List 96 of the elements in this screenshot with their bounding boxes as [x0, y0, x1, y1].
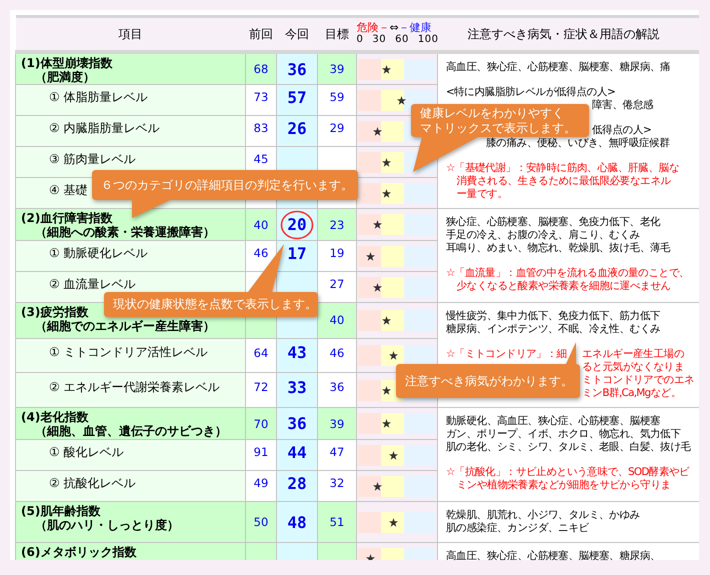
category-title: (5)肌年齢指数 — [21, 504, 100, 518]
category-subtitle: （細胞への酸素・栄養運搬障害） — [34, 225, 215, 239]
scale-label: 0 — [356, 34, 364, 46]
target-score: 19 — [330, 246, 344, 260]
target-score: 39 — [330, 416, 344, 430]
term-fragment: ると元気がなくなりま — [582, 361, 684, 374]
category-title: (6)メタボリック指数 — [21, 545, 136, 559]
current-score: 57 — [287, 88, 307, 106]
target-score: 47 — [330, 445, 344, 459]
target-score: 27 — [330, 277, 344, 291]
current-score: 36 — [287, 414, 307, 433]
target-score: 32 — [330, 476, 344, 490]
current-score: 43 — [287, 343, 307, 362]
term-fragment: ミンB群,Ca,Mgなど。 — [582, 387, 681, 400]
current-score: 44 — [287, 442, 307, 462]
current-score: 36 — [287, 60, 307, 78]
target-score: 36 — [330, 380, 344, 394]
symptom-line: 肌の老化、シミ、シワ、タルミ、老眼、白髪、抜け毛 — [446, 441, 692, 454]
target-score: 59 — [330, 90, 344, 104]
term-fragment: エネルギー産生工場の — [582, 348, 684, 361]
category-subtitle: （肌のハリ・しっとり度） — [34, 518, 179, 532]
callout-text: 注意すべき病気がわかります。 — [405, 374, 573, 388]
current-score: 33 — [287, 378, 307, 397]
category-title: (1)体型崩壊指数 — [21, 56, 112, 70]
item-label: ① 酸化レベル — [49, 444, 124, 458]
symptom-line: 慢性疲労、集中力低下、免疫力低下、筋力低下 — [446, 310, 662, 323]
column-header: 目標 — [318, 16, 356, 52]
callout-text: 現状の健康状態を点数で表示します。 — [113, 297, 317, 312]
current-score: 20 — [287, 215, 307, 234]
item-label: ① 体脂肪量レベル — [49, 90, 148, 104]
previous-score: 64 — [254, 346, 268, 360]
previous-score: 83 — [254, 121, 268, 135]
target-score: 39 — [330, 62, 344, 76]
category-subtitle: （細胞、血管、遺伝子のサビつき） — [34, 424, 227, 438]
callout-text: ６つのカテゴリの詳細項目の判定を行います。 — [101, 178, 353, 192]
target-score: 46 — [330, 346, 344, 360]
column-header: 注意すべき病気・症状＆用語の解説 — [438, 16, 699, 52]
term-fragment: ☆「ミトコンドリア」：細 — [446, 348, 567, 361]
symptom-fragment: 低得点の人> — [592, 124, 651, 137]
previous-score: 50 — [254, 515, 268, 529]
symptom-line: ガン、ポリープ、イボ、ホクロ、物忘れ、気力低下 — [446, 428, 682, 441]
current-score: 17 — [287, 244, 307, 262]
symptom-line: 乾燥肌、肌荒れ、小ジワ、タルミ、かゆみ — [446, 509, 641, 522]
item-label: ② 血流量レベル — [49, 276, 136, 290]
previous-score: 72 — [254, 380, 268, 394]
term-note: ☆「抗酸化」：サビ止めという意味で、SOD酵素やビ ミンや植物栄養素などが細胞をサビから守りま — [446, 466, 690, 492]
term-fragment: ミトコンドリアでのエネ — [582, 374, 694, 387]
item-label: ② エネルギー代謝栄養素レベル — [49, 380, 220, 394]
symptom-line: 高血圧、狭心症、心筋梗塞、脳梗塞、糖尿病、痛 — [446, 61, 672, 74]
scale-label: 60 — [395, 34, 409, 46]
previous-score: 68 — [254, 62, 268, 76]
note-heading: <特に内臓脂肪レベルが低得点の人> — [446, 86, 616, 99]
previous-score: 45 — [254, 152, 268, 166]
target-score: 23 — [330, 218, 344, 232]
symptom-line: 手足の冷え、お腹の冷え、肩こり、むくみ — [446, 229, 641, 242]
category-subtitle: （肥満度） — [34, 70, 95, 84]
target-score: 51 — [330, 515, 344, 529]
symptom-line: 糖尿病、インポテンツ、不眠、冷え性、むくみ — [446, 323, 662, 336]
healthy-label: －健康 — [398, 21, 432, 34]
previous-score: 46 — [254, 246, 268, 260]
previous-score: 49 — [254, 476, 268, 490]
category-subtitle: （細胞でのエネルギー産生障害） — [34, 319, 215, 333]
item-label: ② 内臓脂肪量レベル — [49, 120, 160, 134]
danger-label: 危険－ — [356, 21, 390, 34]
symptom-line: 肌の感染症、カンジダ、ニキビ — [446, 522, 590, 535]
current-score: 26 — [287, 118, 307, 138]
current-score: 28 — [287, 474, 307, 492]
symptom-line: 狭心症、心筋梗塞、脳梗塞、免疫力低下、老化 — [446, 216, 662, 229]
column-header: 今回 — [276, 16, 318, 52]
scale-label: 30 — [372, 34, 386, 46]
callout-text: 健康レベルをわかりやすく マトリックスで表示します。 — [420, 106, 576, 136]
target-score: 40 — [330, 313, 344, 328]
previous-score: 70 — [254, 416, 268, 430]
column-header: 前回 — [246, 16, 276, 52]
item-label: ① 動脈硬化レベル — [49, 246, 148, 260]
item-label: ④ 基礎 — [49, 182, 88, 196]
target-score: 29 — [330, 121, 344, 135]
item-label: ① ミトコンドリア活性レベル — [49, 345, 208, 360]
previous-score: 40 — [254, 218, 268, 232]
symptom-fragment: 障害、倦怠感 — [592, 99, 654, 112]
category-title: (3)疲労指数 — [21, 305, 88, 319]
previous-score: 91 — [254, 445, 268, 459]
category-title: (4)老化指数 — [21, 410, 88, 424]
previous-score: 73 — [254, 90, 268, 104]
arrow-label: ⇔ — [390, 21, 399, 34]
term-note: ☆「基礎代謝」：安静時に筋肉、心臓、肝臓、脳な 消費される、生きるために最低限必要なエネル ー量です。 — [446, 162, 680, 201]
current-score: 48 — [287, 512, 307, 532]
symptom-line: 耳鳴り、めまい、物忘れ、乾燥肌、抜け毛、薄毛 — [446, 242, 672, 255]
item-label: ② 抗酸化レベル — [49, 476, 136, 490]
category-title: (2)血行障害指数 — [21, 211, 112, 225]
column-header: 項目 — [16, 16, 246, 52]
item-label: ③ 筋肉量レベル — [49, 152, 136, 166]
symptom-fragment: 膝の痛み、便秘、いびき、無呼吸症候群 — [486, 137, 670, 150]
scale-label: 100 — [418, 34, 438, 46]
term-note: ☆「血流量」：血管の中を流れる血液の量のことで、 少なくなると酸素や栄養素を細胞に運べません — [446, 267, 690, 293]
symptom-line: 動脈硬化、高血圧、狭心症、心筋梗塞、脳梗塞 — [446, 415, 662, 428]
